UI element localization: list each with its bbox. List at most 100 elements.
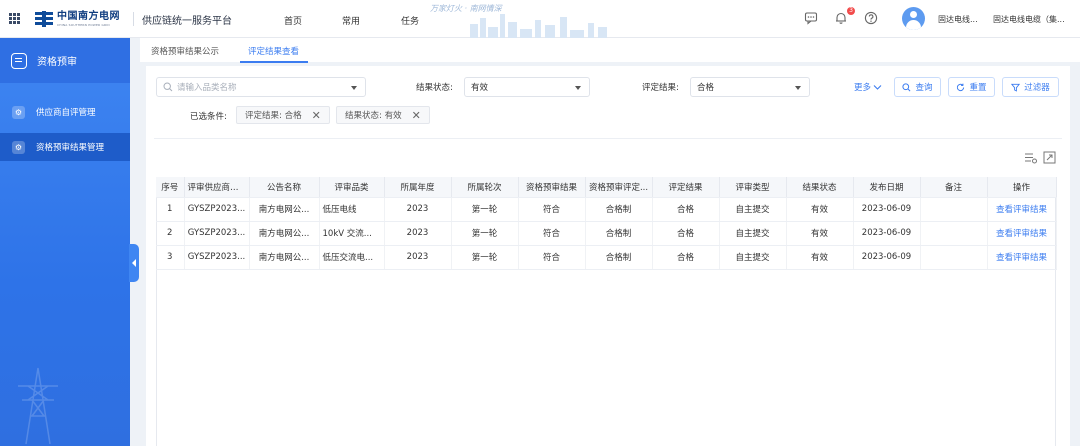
column-header[interactable]: 发布日期: [853, 177, 921, 198]
filter-chip[interactable]: 结果状态: 有效 ✕: [336, 106, 430, 124]
bell-icon[interactable]: [834, 11, 848, 25]
user-name[interactable]: 固达电线...: [938, 14, 978, 25]
table-cell: 南方电网公...: [249, 197, 320, 222]
user-avatar[interactable]: [902, 7, 925, 30]
table-cell: 低压交流电...: [319, 245, 385, 270]
tab-evaluation-results[interactable]: 评定结果查看: [248, 45, 299, 57]
sidebar-item-supplier-self-eval[interactable]: ⚙ 供应商自评管理: [0, 98, 130, 126]
sidebar-header: 资格预审: [0, 38, 130, 83]
active-tab-indicator: [240, 61, 308, 63]
view-results-link[interactable]: 查看评审结果: [987, 245, 1057, 270]
column-header[interactable]: 所属年度: [384, 177, 452, 198]
table-cell: 合格制: [585, 197, 653, 222]
column-header[interactable]: 序号: [156, 177, 185, 198]
column-header[interactable]: 操作: [987, 177, 1057, 198]
gear-icon: ⚙: [12, 105, 25, 119]
table-cell: 第一轮: [451, 197, 519, 222]
result-status-label: 结果状态:: [416, 83, 453, 93]
filter-chip-label: 评定结果: 合格: [245, 111, 302, 121]
table-cell: 2023-06-09: [853, 197, 921, 222]
evaluation-result-value: 合格: [697, 83, 715, 93]
results-table: 序号 评审供应商编码 公告名称 评审品类 所属年度 所属轮次 资格预审结果 资格…: [156, 177, 1057, 270]
filter-chip-label: 结果状态: 有效: [345, 111, 402, 121]
table-row: 3 GYSZP2023... 南方电网公... 低压交流电... 2023 第一…: [156, 245, 1057, 270]
top-bar: 中国南方电网 CHINA SOUTHERN POWER GRID 供应链统一服务…: [0, 0, 1080, 38]
sidebar-item-prequal-results[interactable]: ⚙ 资格预审结果管理: [0, 133, 130, 161]
sidebar-collapse-toggle[interactable]: [129, 244, 139, 282]
table-cell: 低压电线: [319, 197, 385, 222]
user-company[interactable]: 固达电线电缆（集...: [993, 14, 1065, 25]
column-header[interactable]: 评审品类: [319, 177, 385, 198]
sidebar: 资格预审 ⚙ 供应商自评管理 ⚙ 资格预审结果管理: [0, 38, 130, 446]
column-header[interactable]: 资格预审结果: [518, 177, 586, 198]
column-header[interactable]: 公告名称: [249, 177, 320, 198]
table-cell: 2023-06-09: [853, 245, 921, 270]
more-filters-button[interactable]: 更多: [854, 81, 882, 93]
view-results-link[interactable]: 查看评审结果: [987, 221, 1057, 246]
table-cell: 自主提交: [719, 197, 787, 222]
column-header[interactable]: 评审供应商编码: [184, 177, 250, 198]
product-category-select[interactable]: 请输入品类名称: [156, 77, 366, 97]
result-status-value: 有效: [471, 83, 489, 93]
logo-text: 中国南方电网: [57, 10, 120, 22]
table-cell: 1: [156, 197, 185, 222]
filter-button[interactable]: 过滤器: [1002, 77, 1059, 97]
chevron-down-icon: [873, 84, 882, 90]
app-title: 供应链统一服务平台: [142, 16, 232, 27]
reset-button[interactable]: 重置: [948, 77, 995, 97]
message-icon[interactable]: [804, 11, 818, 25]
refresh-icon: [957, 83, 965, 91]
sidebar-item-label: 供应商自评管理: [36, 108, 96, 118]
column-settings-icon[interactable]: [1024, 152, 1038, 164]
result-status-select[interactable]: 有效: [464, 77, 590, 97]
help-icon[interactable]: [864, 11, 878, 25]
table-cell: 符合: [518, 245, 586, 270]
fullscreen-icon[interactable]: [1043, 151, 1056, 164]
query-button[interactable]: 查询: [894, 77, 941, 97]
column-header[interactable]: 结果状态: [786, 177, 854, 198]
table-cell: 第一轮: [451, 221, 519, 246]
table-cell: 2: [156, 221, 185, 246]
tab-prequal-results-notice[interactable]: 资格预审结果公示: [151, 45, 219, 57]
notification-badge: 3: [847, 7, 855, 15]
app-grid-icon[interactable]: [9, 13, 20, 24]
banner-slogan: 万家灯火 · 南网情深: [430, 4, 502, 13]
evaluation-result-select[interactable]: 合格: [690, 77, 810, 97]
tab-bar: 资格预审结果公示 评定结果查看: [140, 38, 1080, 62]
power-tower-icon: [18, 367, 58, 445]
sidebar-item-label: 资格预审结果管理: [36, 143, 105, 153]
table-cell: 10kV 交流...: [319, 221, 385, 246]
close-icon[interactable]: ✕: [412, 110, 421, 121]
table-cell: 符合: [518, 221, 586, 246]
close-icon[interactable]: ✕: [312, 110, 321, 121]
column-header[interactable]: 资格预审评定...: [585, 177, 653, 198]
table-cell: 南方电网公...: [249, 245, 320, 270]
table-cell: 3: [156, 245, 185, 270]
table-cell: 2023: [384, 221, 452, 246]
table-cell: 有效: [786, 221, 854, 246]
table-cell: 合格制: [585, 221, 653, 246]
view-results-link[interactable]: 查看评审结果: [987, 197, 1057, 222]
nav-home[interactable]: 首页: [284, 14, 302, 27]
column-header[interactable]: 备注: [920, 177, 988, 198]
funnel-icon: [1011, 83, 1021, 92]
table-row: 1 GYSZP2023... 南方电网公... 低压电线 2023 第一轮 符合…: [156, 197, 1057, 222]
chevron-down-icon: [795, 86, 801, 90]
column-header[interactable]: 评审类型: [719, 177, 787, 198]
column-header[interactable]: 评定结果: [652, 177, 720, 198]
header-banner: 万家灯火 · 南网情深: [370, 0, 670, 38]
chevron-down-icon: [351, 86, 357, 90]
filter-chip[interactable]: 评定结果: 合格 ✕: [236, 106, 330, 124]
table-cell: [920, 245, 988, 270]
table-cell: [920, 197, 988, 222]
table-cell: GYSZP2023...: [184, 245, 250, 270]
column-header[interactable]: 所属轮次: [451, 177, 519, 198]
reset-label: 重置: [969, 83, 987, 93]
table-cell: 南方电网公...: [249, 221, 320, 246]
table-cell: 自主提交: [719, 245, 787, 270]
nav-common[interactable]: 常用: [342, 14, 360, 27]
table-cell: 合格: [652, 221, 720, 246]
table-cell: 2023: [384, 245, 452, 270]
table-cell: [920, 221, 988, 246]
table-cell: 符合: [518, 197, 586, 222]
